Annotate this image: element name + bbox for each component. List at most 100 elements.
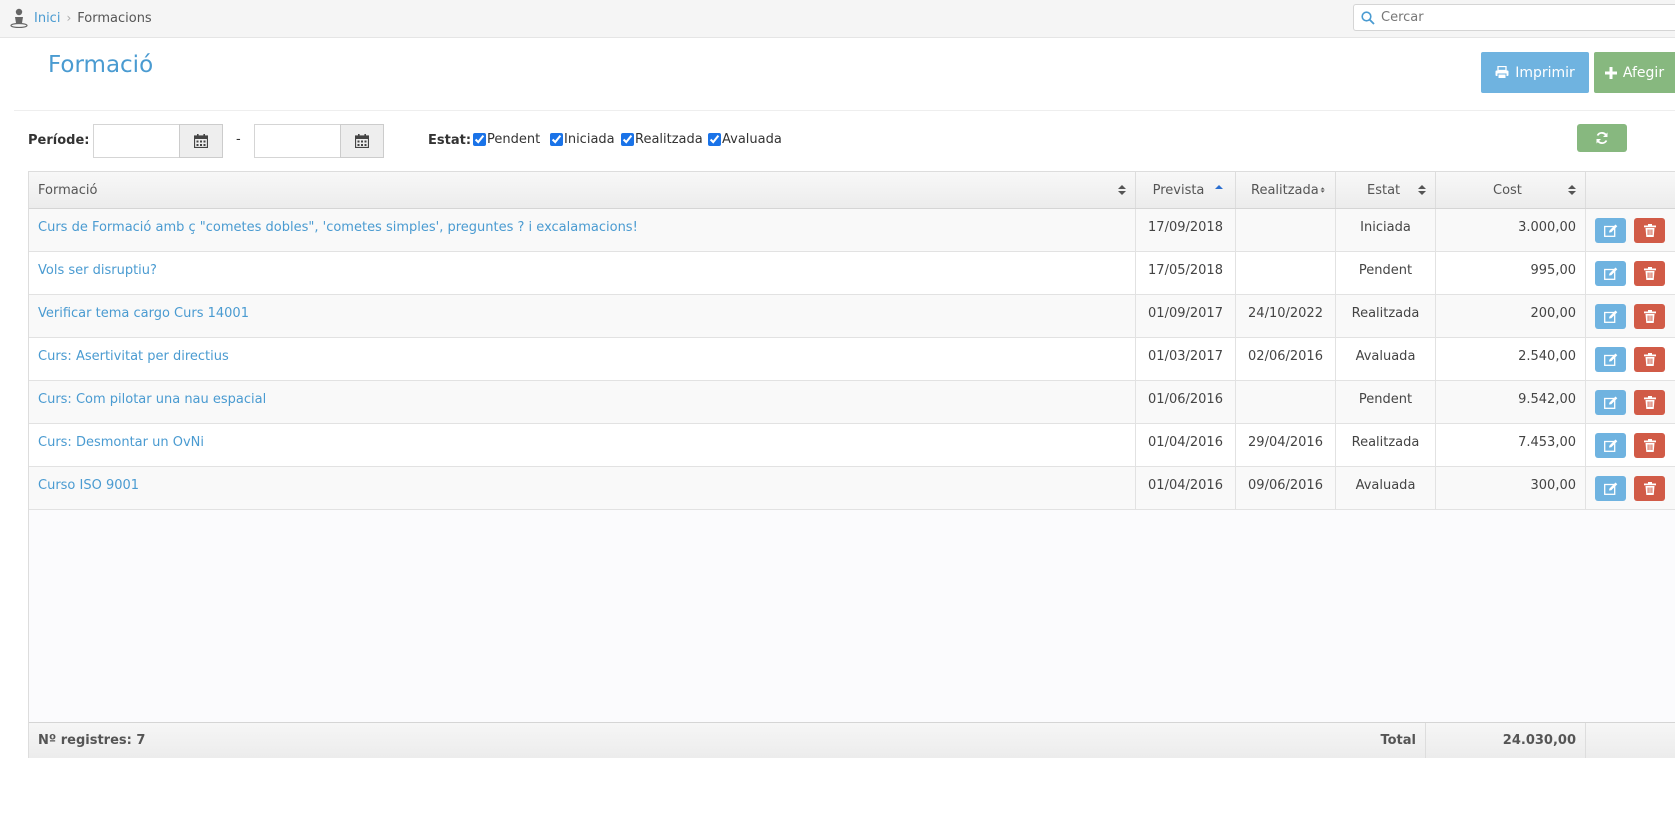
planned-date: 01/03/2017 (1136, 338, 1236, 380)
completed-date (1236, 381, 1336, 423)
completed-date: 29/04/2016 (1236, 424, 1336, 466)
add-button[interactable]: Afegir (1594, 52, 1675, 93)
planned-date: 01/09/2017 (1136, 295, 1236, 337)
edit-icon (1603, 267, 1617, 280)
column-header-label: Prevista (1152, 182, 1205, 198)
search-input[interactable] (1381, 10, 1675, 25)
checkbox-label: Avaluada (722, 132, 782, 147)
sort-icon (1568, 185, 1576, 195)
refresh-icon (1596, 132, 1608, 144)
top-bar: Inici › Formacions (0, 0, 1675, 38)
training-name-link[interactable]: Curs: Desmontar un OvNi (29, 424, 1136, 466)
breadcrumb: Inici › Formacions (10, 8, 152, 28)
cost-value: 7.453,00 (1436, 424, 1586, 466)
date-to-input[interactable] (254, 124, 340, 158)
column-header-cost[interactable]: Cost (1436, 172, 1586, 208)
trash-icon (1643, 439, 1656, 452)
delete-button[interactable] (1634, 390, 1665, 415)
cost-value: 995,00 (1436, 252, 1586, 294)
training-name-link[interactable]: Curs: Asertivitat per directius (29, 338, 1136, 380)
delete-button[interactable] (1634, 261, 1665, 286)
column-header-label: Estat (1367, 182, 1401, 198)
checkbox-avaluada[interactable] (708, 133, 721, 146)
edit-button[interactable] (1595, 304, 1626, 329)
user-icon (10, 8, 28, 28)
cost-value: 3.000,00 (1436, 209, 1586, 251)
status-checkbox-iniciada[interactable]: Iniciada (550, 132, 615, 147)
delete-button[interactable] (1634, 433, 1665, 458)
edit-button[interactable] (1595, 476, 1626, 501)
training-name-link[interactable]: Curso ISO 9001 (29, 467, 1136, 509)
status-checkbox-realitzada[interactable]: Realitzada (621, 132, 703, 147)
delete-button[interactable] (1634, 304, 1665, 329)
training-name-link[interactable]: Curs: Com pilotar una nau espacial (29, 381, 1136, 423)
trash-icon (1643, 353, 1656, 366)
checkbox-label: Realitzada (635, 132, 703, 147)
table-row: Curs: Asertivitat per directius 01/03/201… (29, 338, 1675, 381)
planned-date: 17/05/2018 (1136, 252, 1236, 294)
search-box (1353, 4, 1675, 31)
column-header-estat[interactable]: Estat (1336, 172, 1436, 208)
total-label: Total (1336, 723, 1426, 758)
edit-button[interactable] (1595, 218, 1626, 243)
status-value: Pendent (1336, 381, 1436, 423)
edit-button[interactable] (1595, 261, 1626, 286)
planned-date: 17/09/2018 (1136, 209, 1236, 251)
status-filter-label: Estat: (428, 133, 472, 148)
column-header-prevista[interactable]: Prevista (1136, 172, 1236, 208)
checkbox-realitzada[interactable] (621, 133, 634, 146)
date-from-picker-button[interactable] (179, 124, 223, 158)
delete-button[interactable] (1634, 347, 1665, 372)
edit-icon (1603, 310, 1617, 323)
edit-button[interactable] (1595, 347, 1626, 372)
trainings-table: Formació Prevista Realitzada Estat Cost … (28, 171, 1675, 758)
table-row: Vols ser disruptiu? 17/05/2018 Pendent 995,… (29, 252, 1675, 295)
edit-icon (1603, 353, 1617, 366)
page-title: Formació (48, 52, 154, 78)
column-header-label: Realitzada (1251, 182, 1319, 198)
sort-icon (1320, 187, 1325, 193)
calendar-icon (355, 134, 369, 148)
table-row: Curso ISO 9001 01/04/2016 09/06/2016 Avalua… (29, 467, 1675, 510)
sort-icon (1418, 185, 1426, 195)
print-button[interactable]: Imprimir (1481, 52, 1589, 93)
status-checkbox-pendent[interactable]: Pendent (473, 132, 540, 147)
date-to-picker-button[interactable] (340, 124, 384, 158)
edit-button[interactable] (1595, 433, 1626, 458)
status-value: Pendent (1336, 252, 1436, 294)
delete-button[interactable] (1634, 218, 1665, 243)
column-header-realitzada[interactable]: Realitzada (1236, 172, 1336, 208)
breadcrumb-home-link[interactable]: Inici (34, 11, 60, 26)
calendar-icon (194, 134, 208, 148)
planned-date: 01/04/2016 (1136, 424, 1236, 466)
edit-button[interactable] (1595, 390, 1626, 415)
status-checkbox-avaluada[interactable]: Avaluada (708, 132, 782, 147)
breadcrumb-current: Formacions (77, 10, 152, 26)
table-footer: Nº registres: 7 Total 24.030,00 (29, 722, 1675, 758)
sort-asc-icon (1215, 185, 1224, 189)
column-header-label: Formació (38, 182, 98, 198)
trash-icon (1643, 267, 1656, 280)
print-icon (1495, 66, 1509, 79)
print-button-label: Imprimir (1515, 64, 1575, 81)
checkbox-iniciada[interactable] (550, 133, 563, 146)
cost-value: 200,00 (1436, 295, 1586, 337)
training-name-link[interactable]: Vols ser disruptiu? (29, 252, 1136, 294)
period-label: Període: (28, 133, 90, 148)
training-name-link[interactable]: Verificar tema cargo Curs 14001 (29, 295, 1136, 337)
completed-date: 24/10/2022 (1236, 295, 1336, 337)
checkbox-pendent[interactable] (473, 133, 486, 146)
date-from-input[interactable] (93, 124, 179, 158)
header-divider (14, 110, 1675, 111)
trash-icon (1643, 310, 1656, 323)
refresh-button[interactable] (1577, 124, 1627, 152)
training-name-link[interactable]: Curs de Formació amb ç "cometes dobles",… (29, 209, 1136, 251)
completed-date: 09/06/2016 (1236, 467, 1336, 509)
delete-button[interactable] (1634, 476, 1665, 501)
edit-icon (1603, 224, 1617, 237)
column-header-formacio[interactable]: Formació (29, 172, 1136, 208)
edit-icon (1603, 482, 1617, 495)
search-icon (1361, 10, 1375, 25)
cost-value: 2.540,00 (1436, 338, 1586, 380)
table-row: Curs: Desmontar un OvNi 01/04/2016 29/04/2… (29, 424, 1675, 467)
